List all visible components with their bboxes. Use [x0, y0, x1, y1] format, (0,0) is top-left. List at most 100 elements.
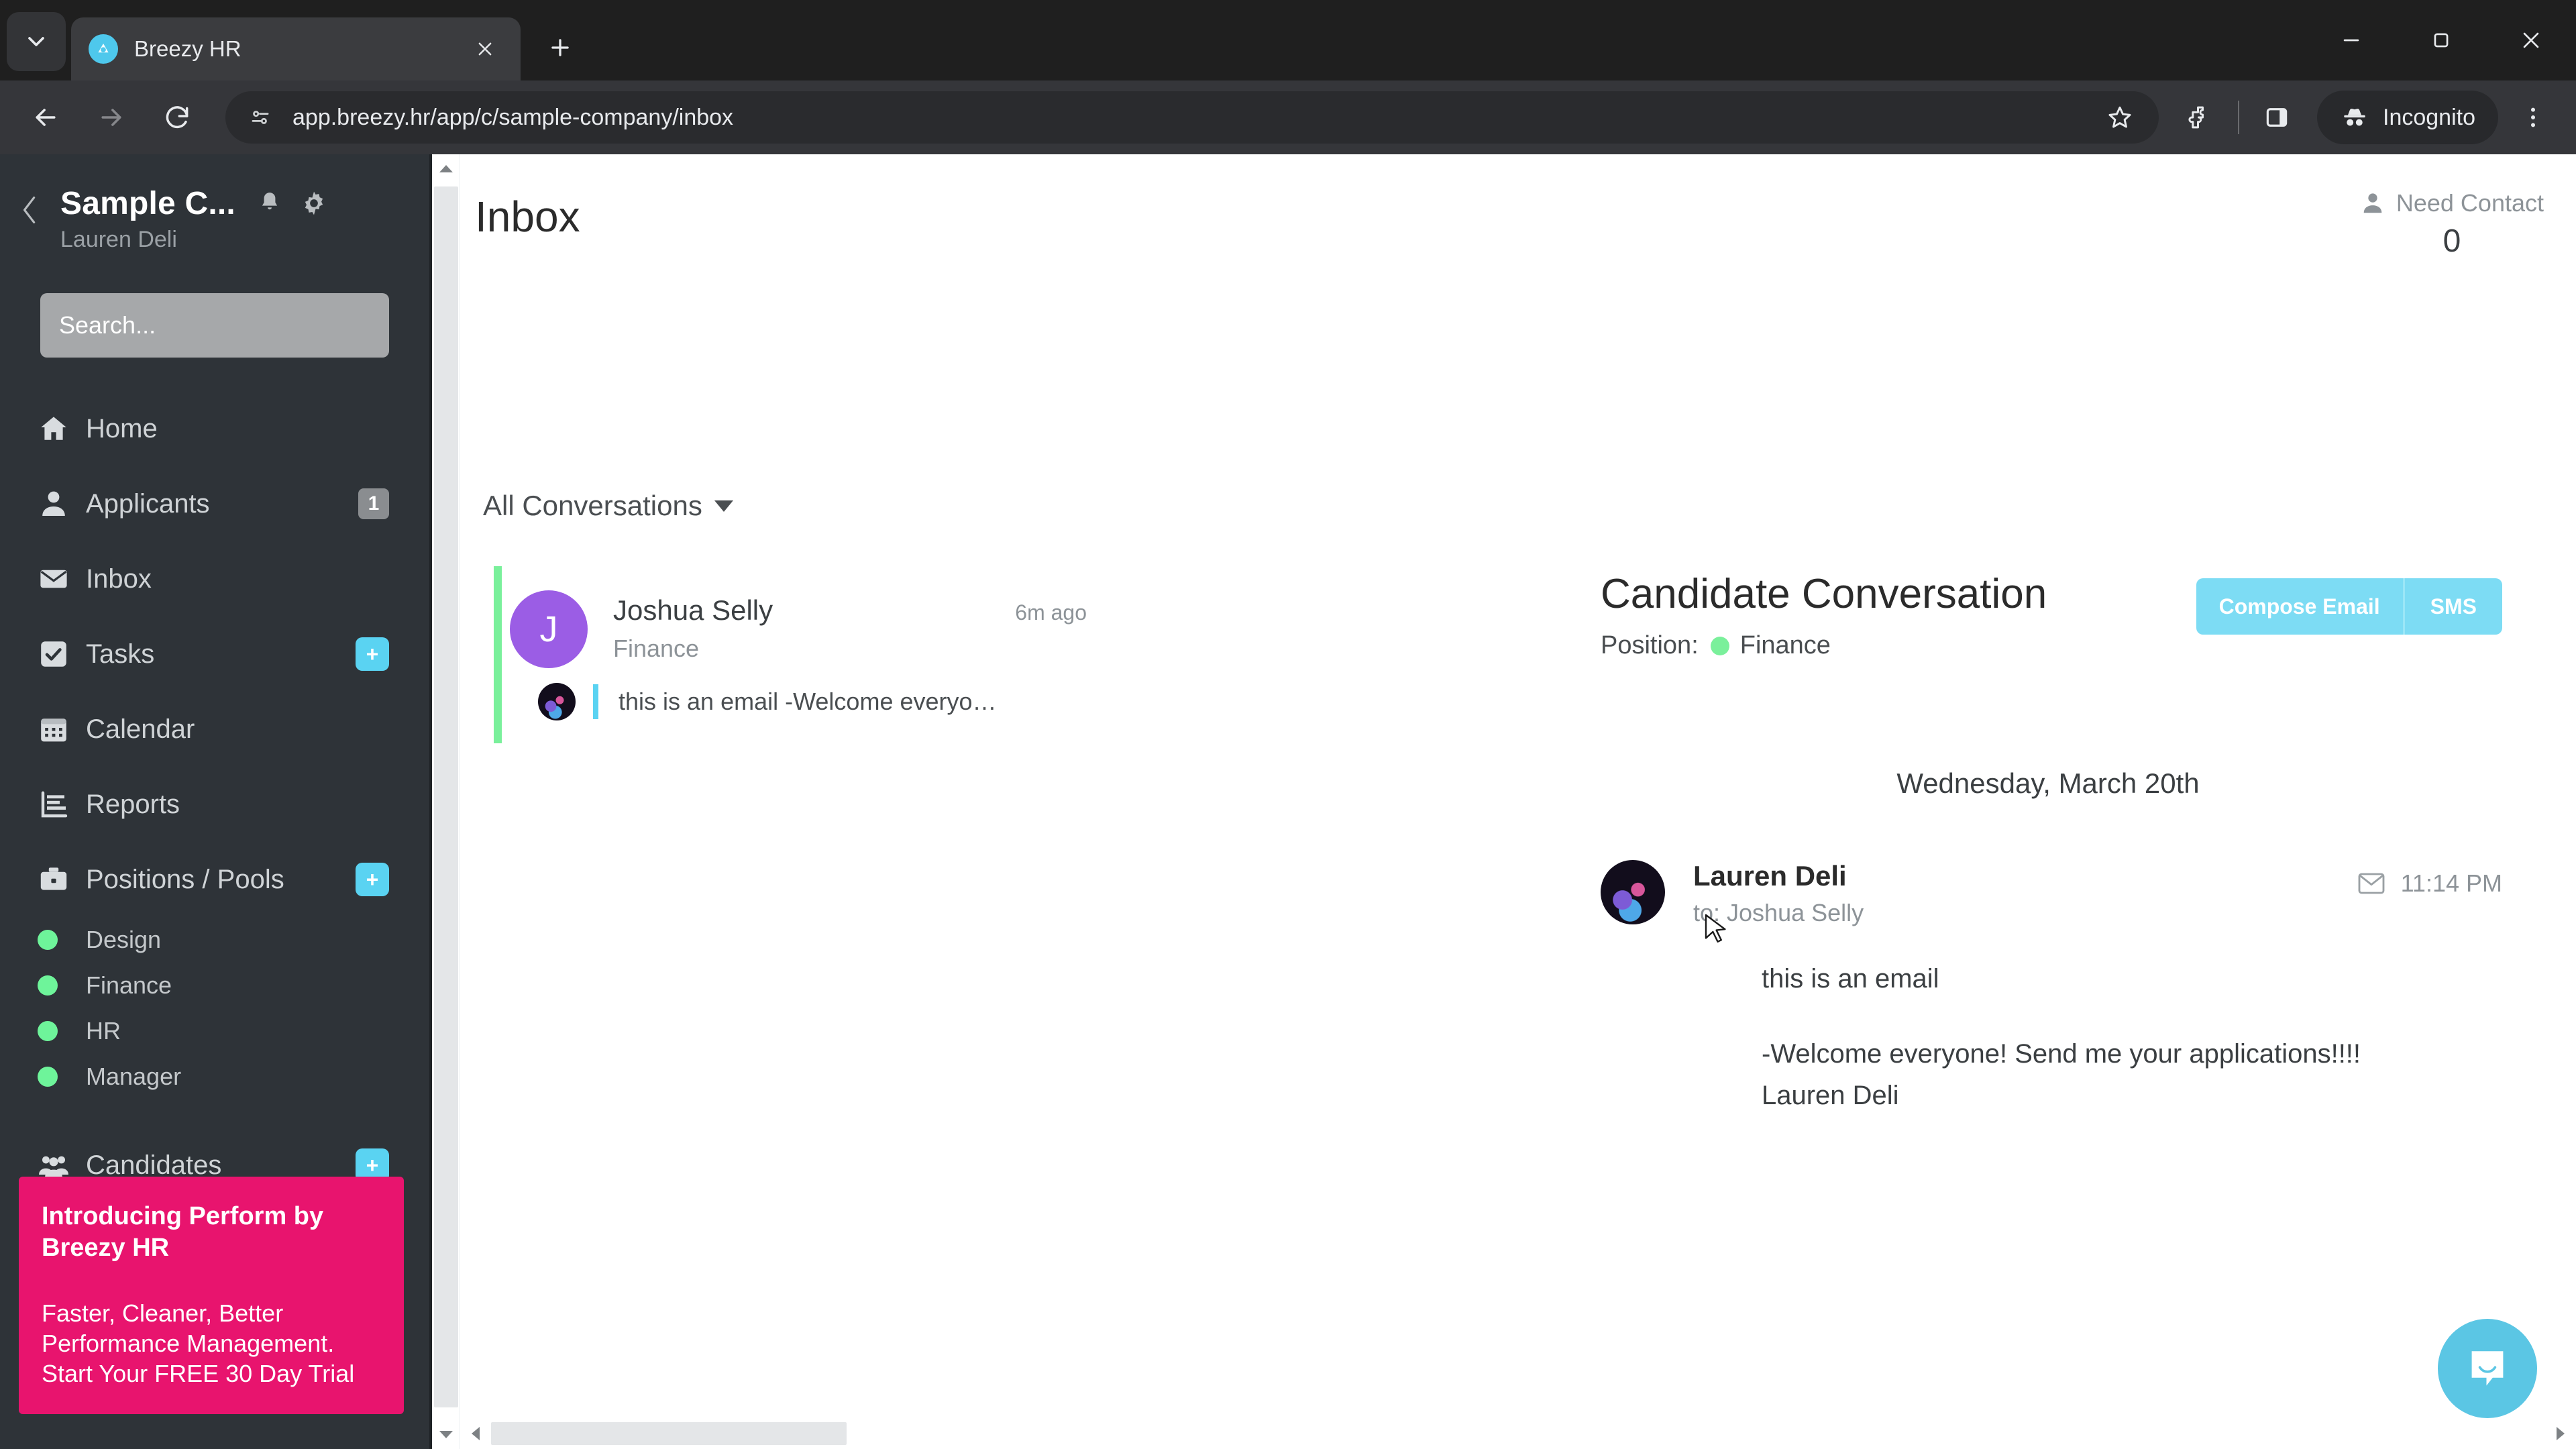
vertical-scroll-thumb[interactable]	[433, 186, 458, 1407]
incognito-profile-button[interactable]: Incognito	[2317, 91, 2498, 144]
message-line: -Welcome everyone! Send me your applicat…	[1762, 1039, 2361, 1069]
preview-accent-bar	[593, 684, 598, 719]
sidebar-item-manager[interactable]: Manager	[0, 1054, 429, 1099]
close-icon[interactable]	[467, 31, 503, 67]
page-horizontal-scrollbar[interactable]	[460, 1418, 2576, 1449]
sidebar-item-design[interactable]: Design	[0, 917, 429, 963]
sidebar-search[interactable]	[40, 293, 389, 358]
bar-chart-icon	[38, 788, 86, 820]
message-sender: Lauren Deli	[1693, 860, 1847, 892]
conversation-list-item[interactable]: J Joshua Selly 6m ago Finance this is an…	[479, 566, 1103, 743]
vertical-scroll-track[interactable]	[432, 182, 460, 1421]
address-bar[interactable]: app.breezy.hr/app/c/sample-company/inbox	[225, 91, 2159, 144]
promo-body: Faster, Cleaner, Better Performance Mana…	[42, 1299, 355, 1387]
main-content: Inbox Need Contact 0 All Conversations J…	[460, 154, 2576, 1449]
sidebar-label: Applicants	[86, 488, 210, 519]
status-dot-icon	[38, 1067, 86, 1087]
date-separator: Wednesday, March 20th	[1896, 767, 2200, 799]
scroll-right-button[interactable]	[2545, 1418, 2576, 1449]
chevron-down-icon	[439, 1431, 453, 1438]
status-dot-icon	[38, 975, 86, 996]
envelope-icon	[2358, 873, 2384, 894]
side-panel-button[interactable]	[2251, 92, 2302, 143]
calendar-icon	[38, 713, 86, 745]
chevron-left-icon	[472, 1427, 480, 1440]
person-icon	[2363, 193, 2382, 213]
star-icon[interactable]	[2101, 99, 2139, 136]
position-label: Finance	[86, 971, 172, 999]
sidebar-label: Positions / Pools	[86, 864, 284, 894]
browser-tab[interactable]: Breezy HR	[71, 17, 521, 80]
position-name: Finance	[1739, 631, 1831, 659]
sidebar-item-applicants[interactable]: Applicants 1	[0, 466, 429, 541]
extensions-button[interactable]	[2175, 92, 2226, 143]
current-user-name: Lauren Deli	[60, 227, 177, 252]
envelope-icon	[38, 563, 86, 595]
page-title: Inbox	[475, 193, 580, 241]
horizontal-scroll-thumb[interactable]	[491, 1422, 847, 1445]
message-line: this is an email	[1762, 964, 1939, 994]
need-contact-count: 0	[2443, 223, 2461, 259]
sidebar-item-finance[interactable]: Finance	[0, 963, 429, 1008]
three-dot-menu-icon	[2531, 107, 2535, 127]
conversation-preview: this is an email -Welcome everyo…	[619, 688, 997, 715]
gear-icon[interactable]	[294, 184, 333, 223]
sidebar-item-hr[interactable]: HR	[0, 1008, 429, 1054]
horizontal-scroll-track[interactable]	[491, 1418, 2545, 1449]
position-label: HR	[86, 1017, 121, 1044]
tab-search-button[interactable]	[7, 12, 66, 71]
sidebar-item-tasks[interactable]: Tasks +	[0, 616, 429, 692]
maximize-icon	[2434, 33, 2449, 48]
promo-title: Introducing Perform by Breezy HR	[42, 1202, 324, 1262]
need-contact-widget[interactable]: Need Contact 0	[2360, 189, 2544, 260]
back-arrow-icon	[36, 109, 56, 126]
intercom-chat-launcher[interactable]	[2438, 1319, 2537, 1418]
minimize-icon	[2343, 39, 2359, 42]
minimize-button[interactable]	[2306, 0, 2396, 80]
search-input[interactable]	[59, 311, 370, 339]
new-tab-button[interactable]	[535, 23, 585, 72]
conversation-title: Candidate Conversation	[1601, 571, 2047, 617]
conversations-filter-dropdown[interactable]: All Conversations	[483, 490, 733, 522]
sidebar-label: Tasks	[86, 639, 155, 669]
scroll-up-button[interactable]	[432, 154, 460, 182]
sidebar-item-reports[interactable]: Reports	[0, 767, 429, 842]
tab-title: Breezy HR	[134, 36, 241, 61]
status-dot-icon	[38, 1021, 86, 1041]
add-task-button[interactable]: +	[356, 637, 389, 671]
close-window-button[interactable]	[2486, 0, 2576, 80]
sidebar-collapse-button[interactable]	[0, 184, 60, 227]
page-info-icon[interactable]	[246, 103, 275, 132]
sidebar-item-calendar[interactable]: Calendar	[0, 692, 429, 767]
conversations-filter-label: All Conversations	[483, 490, 702, 521]
back-button[interactable]	[17, 89, 74, 146]
bell-icon[interactable]	[250, 184, 289, 223]
sidebar-item-home[interactable]: Home	[0, 391, 429, 466]
conversation-position: Finance	[613, 635, 700, 662]
status-dot-icon	[38, 930, 86, 950]
page-vertical-scrollbar[interactable]	[432, 154, 460, 1449]
sidebar-identity: Sample C... Lauren Deli	[60, 184, 429, 253]
scroll-left-button[interactable]	[460, 1418, 491, 1449]
compose-email-button[interactable]: Compose Email	[2196, 578, 2403, 635]
sms-button[interactable]: SMS	[2402, 578, 2502, 635]
company-name[interactable]: Sample C...	[60, 185, 235, 222]
scroll-down-button[interactable]	[432, 1421, 460, 1449]
sidebar-item-positions-pools[interactable]: Positions / Pools +	[0, 842, 429, 917]
forward-button[interactable]	[83, 89, 140, 146]
conversation-detail: Candidate Conversation Position: Finance…	[1601, 570, 2576, 1116]
need-contact-label: Need Contact	[2396, 189, 2544, 217]
maximize-button[interactable]	[2396, 0, 2486, 80]
home-icon	[38, 413, 86, 445]
add-position-button[interactable]: +	[356, 863, 389, 896]
perform-promo-banner[interactable]: Introducing Perform by Breezy HR Faster,…	[19, 1177, 404, 1414]
position-label: Design	[86, 926, 162, 953]
avatar: J	[510, 590, 588, 668]
avatar	[1601, 860, 1665, 924]
reload-button[interactable]	[149, 89, 205, 146]
sidebar-item-inbox[interactable]: Inbox	[0, 541, 429, 616]
sidebar-nav: Home Applicants 1 Inbox Tasks + Calendar…	[0, 391, 429, 1203]
sidebar-label: Inbox	[86, 564, 152, 594]
breezy-cloud-icon	[89, 34, 118, 64]
browser-menu-button[interactable]	[2508, 92, 2559, 143]
